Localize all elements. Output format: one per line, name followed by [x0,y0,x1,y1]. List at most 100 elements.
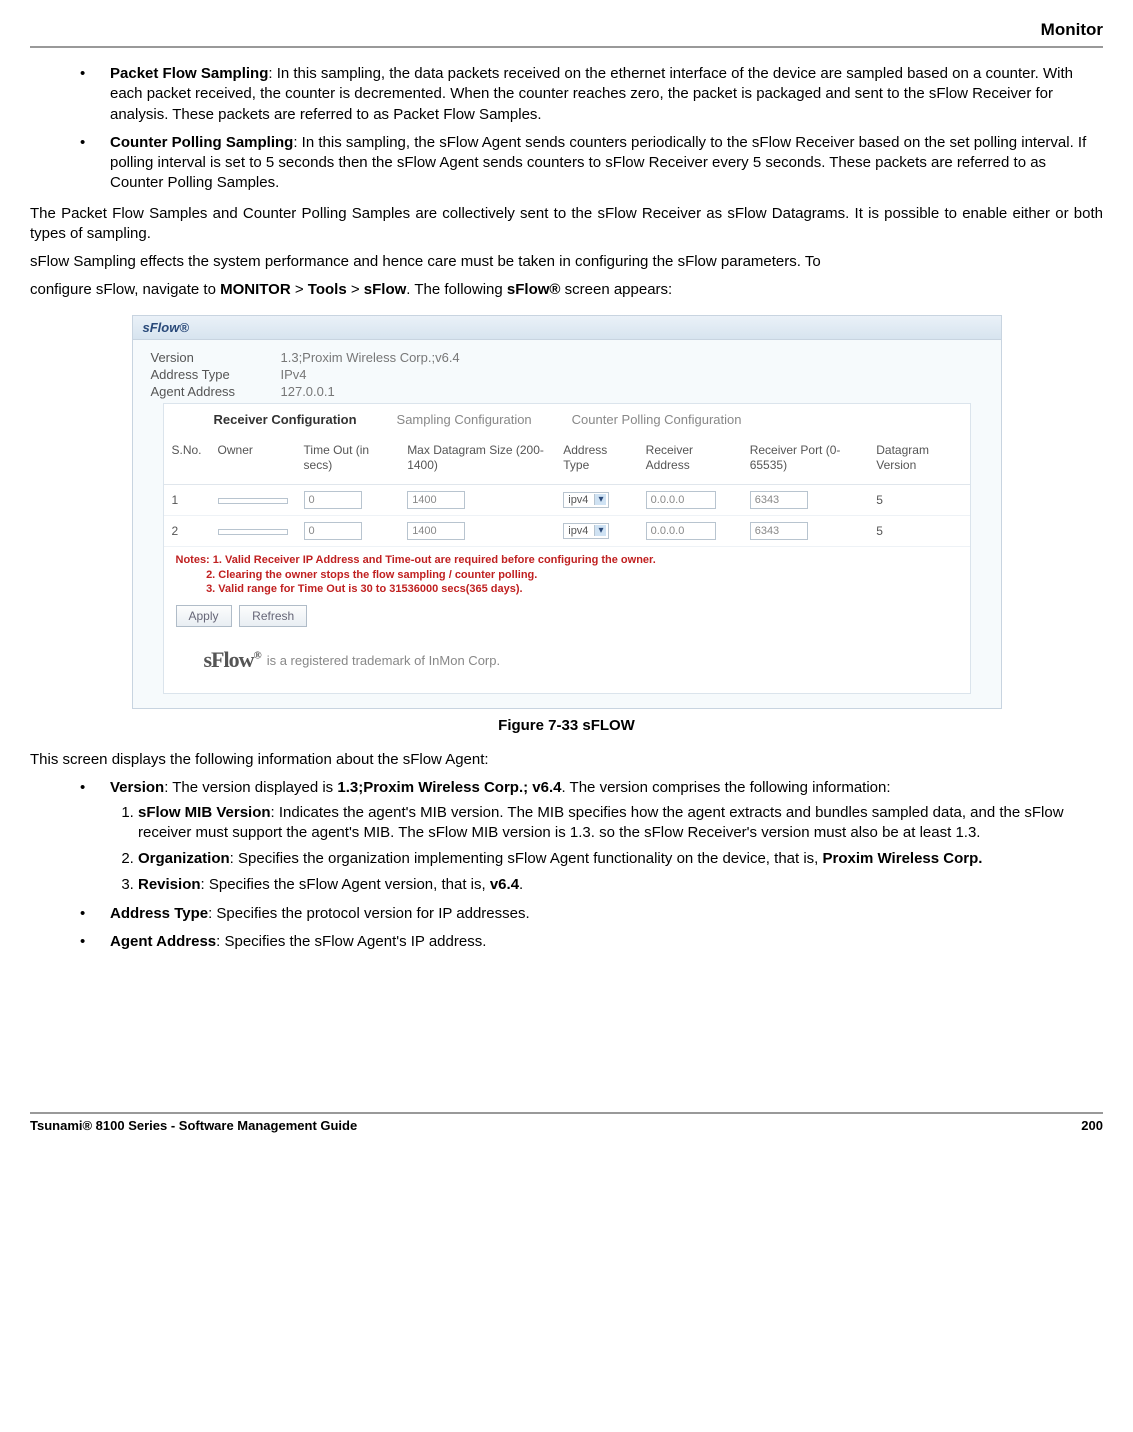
sep: > [291,281,308,298]
nav-l3: sFlow [364,281,407,298]
cell-ver: 5 [868,484,969,515]
nav-l2: Tools [308,281,347,298]
addrtype-select[interactable]: ipv4 ▾ [563,523,609,539]
bullet-title: Counter Polling Sampling [110,134,293,151]
agent-info: Version1.3;Proxim Wireless Corp.;v6.4 Ad… [133,340,1001,403]
info-label: Address Type [151,367,281,382]
col-owner: Owner [210,433,296,485]
sub-text: . [519,876,523,893]
bullet-counter-polling: Counter Polling Sampling: In this sampli… [80,133,1103,194]
col-timeout: Time Out (in secs) [296,433,400,485]
paragraph: sFlow Sampling effects the system perfor… [30,252,1103,272]
cell-sno: 1 [164,484,210,515]
select-value: ipv4 [568,525,588,537]
bullet-packet-flow: Packet Flow Sampling: In this sampling, … [80,64,1103,125]
trademark-line: sFlow® is a registered trademark of InMo… [164,627,970,681]
info-value: IPv4 [281,367,307,382]
paragraph: The Packet Flow Samples and Counter Poll… [30,204,1103,245]
chevron-down-icon: ▾ [594,494,606,505]
sub-mib-version: sFlow MIB Version: Indicates the agent's… [138,803,1103,844]
tab-sampling-config[interactable]: Sampling Configuration [397,412,532,427]
addrtype-select[interactable]: ipv4 ▾ [563,492,609,508]
info-value: 127.0.0.1 [281,384,335,399]
paragraph-nav: configure sFlow, navigate to MONITOR > T… [30,280,1103,300]
trademark-text: is a registered trademark of InMon Corp. [267,653,500,668]
sub-title: sFlow MIB Version [138,804,271,821]
owner-input[interactable] [218,529,288,535]
chevron-down-icon: ▾ [594,525,606,536]
text: . The version comprises the following in… [561,779,890,796]
note-line: 2. Clearing the owner stops the flow sam… [206,569,537,581]
figure-caption: Figure 7-33 sFLOW [30,717,1103,734]
info-value: 1.3;Proxim Wireless Corp.;v6.4 [281,350,460,365]
bullet-title: Version [110,779,164,796]
bullet-version: Version: The version displayed is 1.3;Pr… [80,778,1103,895]
bullet-title: Packet Flow Sampling [110,65,268,82]
sub-bold: Proxim Wireless Corp. [823,850,983,867]
refresh-button[interactable]: Refresh [239,605,307,627]
table-row: 1 0 1400 ipv4 ▾ 0.0.0.0 6343 5 [164,484,970,515]
port-input[interactable]: 6343 [750,522,808,540]
sub-organization: Organization: Specifies the organization… [138,849,1103,869]
tab-receiver-config[interactable]: Receiver Configuration [214,412,357,427]
notes-block: Notes: 1. Valid Receiver IP Address and … [164,547,970,600]
sflow-screenshot: sFlow® Version1.3;Proxim Wireless Corp.;… [132,315,1002,710]
col-maxdg: Max Datagram Size (200-1400) [399,433,555,485]
header-rule [30,46,1103,48]
bullet-agent-address: Agent Address: Specifies the sFlow Agent… [80,932,1103,952]
sub-revision: Revision: Specifies the sFlow Agent vers… [138,875,1103,895]
owner-input[interactable] [218,498,288,504]
info-label: Agent Address [151,384,281,399]
bullet-text: : Specifies the protocol version for IP … [208,905,530,922]
cell-sno: 2 [164,515,210,546]
receiver-table: S.No. Owner Time Out (in secs) Max Datag… [164,433,970,547]
text-bold: 1.3;Proxim Wireless Corp.; v6.4 [337,779,561,796]
note-line: 3. Valid range for Time Out is 30 to 315… [206,583,523,595]
col-sno: S.No. [164,433,210,485]
table-row: 2 0 1400 ipv4 ▾ 0.0.0.0 6343 5 [164,515,970,546]
sflow-panel: sFlow® Version1.3;Proxim Wireless Corp.;… [132,315,1002,710]
paragraph: This screen displays the following infor… [30,750,1103,770]
sub-bold: v6.4 [490,876,519,893]
version-sublist: sFlow MIB Version: Indicates the agent's… [110,803,1103,896]
sub-text: : Indicates the agent's MIB version. The… [138,804,1064,841]
sep: > [347,281,364,298]
text: : The version displayed is [164,779,337,796]
maxdg-input[interactable]: 1400 [407,491,465,509]
page-footer: Tsunami® 8100 Series - Software Manageme… [30,1112,1103,1133]
recvaddr-input[interactable]: 0.0.0.0 [646,491,716,509]
timeout-input[interactable]: 0 [304,522,362,540]
sub-text: : Specifies the organization implementin… [230,850,823,867]
bullet-title: Address Type [110,905,208,922]
maxdg-input[interactable]: 1400 [407,522,465,540]
footer-page-number: 200 [1081,1118,1103,1133]
select-value: ipv4 [568,494,588,506]
col-addrtype: Address Type [555,433,637,485]
nav-l1: MONITOR [220,281,291,298]
sub-text: : Specifies the sFlow Agent version, tha… [201,876,490,893]
bullet-address-type: Address Type: Specifies the protocol ver… [80,904,1103,924]
agent-info-list: Version: The version displayed is 1.3;Pr… [30,778,1103,952]
col-ver: Datagram Version [868,433,969,485]
text: screen appears: [560,281,672,298]
cell-ver: 5 [868,515,969,546]
bullet-title: Agent Address [110,933,216,950]
tab-counter-polling-config[interactable]: Counter Polling Configuration [572,412,742,427]
sflow-logo-icon: sFlow® [204,647,261,673]
port-input[interactable]: 6343 [750,491,808,509]
footer-left: Tsunami® 8100 Series - Software Manageme… [30,1118,357,1133]
text: configure sFlow, navigate to [30,281,220,298]
sub-title: Organization [138,850,230,867]
notes-title: Notes: [176,554,210,566]
panel-title: sFlow® [133,316,1001,340]
timeout-input[interactable]: 0 [304,491,362,509]
note-line: 1. Valid Receiver IP Address and Time-ou… [213,554,656,566]
apply-button[interactable]: Apply [176,605,232,627]
config-inner-panel: Receiver Configuration Sampling Configur… [163,403,971,695]
sub-title: Revision [138,876,201,893]
tabs: Receiver Configuration Sampling Configur… [164,404,970,433]
info-label: Version [151,350,281,365]
col-recvaddr: Receiver Address [638,433,742,485]
bullet-text: : Specifies the sFlow Agent's IP address… [216,933,486,950]
recvaddr-input[interactable]: 0.0.0.0 [646,522,716,540]
